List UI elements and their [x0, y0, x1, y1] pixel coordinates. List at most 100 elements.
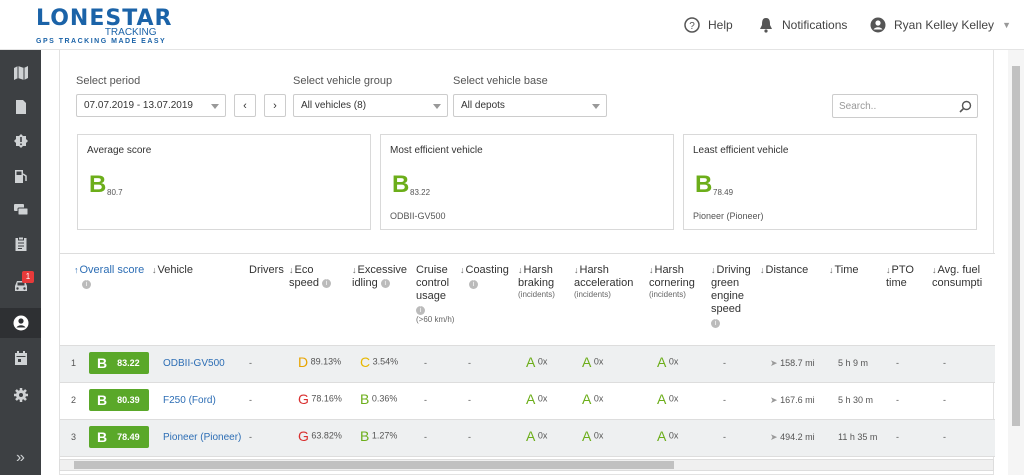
cruise-cell: - [424, 358, 427, 368]
search-input[interactable]: Search.. [832, 94, 978, 118]
score-badge: B 83.22 [89, 352, 149, 374]
coasting-cell: - [468, 358, 471, 368]
sidebar-item-reports[interactable] [0, 229, 41, 259]
col-drivers[interactable]: Drivers [249, 264, 284, 277]
vehicle-link[interactable]: ODBII-GV500 [163, 358, 225, 369]
col-distance[interactable]: ↓Distance [760, 264, 808, 277]
eco-cell: G 63.82% [298, 428, 342, 444]
sidebar-item-alerts[interactable] [0, 126, 41, 156]
card-score: 83.22 [410, 188, 431, 197]
cruise-cell: - [424, 432, 427, 442]
sidebar-item-fuel[interactable] [0, 161, 41, 191]
col-cruise[interactable]: Cruise control usage i (>60 km/h) [416, 264, 460, 325]
navigation-arrow-icon: ➤ [770, 432, 778, 442]
scrollbar-thumb[interactable] [74, 461, 674, 469]
drivers-cell: - [249, 395, 252, 405]
card-title: Average score [87, 145, 152, 156]
info-icon: i [82, 280, 91, 289]
sidebar-item-calendar[interactable] [0, 343, 41, 373]
idling-cell: B 1.27% [360, 428, 398, 444]
vehicles-badge: 1 [22, 271, 34, 283]
group-label: Select vehicle group [293, 75, 393, 87]
card-vehicle: ODBII-GV500 [390, 211, 446, 221]
base-label: Select vehicle base [453, 75, 548, 87]
group-value: All vehicles (8) [301, 100, 367, 111]
card-score: 78.49 [713, 188, 734, 197]
col-time[interactable]: ↓Time [829, 264, 859, 277]
row-number: 2 [71, 395, 77, 405]
col-harsh-braking[interactable]: ↓Harsh braking (incidents) [518, 264, 562, 300]
gear-icon [13, 388, 28, 402]
chevron-down-icon [433, 104, 441, 109]
vertical-scrollbar[interactable] [1008, 50, 1024, 475]
drivers-cell: - [249, 432, 252, 442]
col-idling[interactable]: ↓Excessive idling i [352, 264, 410, 290]
calendar-icon [14, 351, 27, 365]
accel-cell: A 0x [582, 391, 604, 407]
col-green-speed[interactable]: ↓Driving green engine speed i [711, 264, 756, 328]
main-panel: Select period 07.07.2019 - 13.07.2019 ‹ … [59, 50, 995, 475]
sidebar-item-drivers[interactable] [0, 308, 41, 338]
col-vehicle[interactable]: ↓Vehicle [152, 264, 193, 277]
period-select[interactable]: 07.07.2019 - 13.07.2019 [76, 94, 226, 117]
next-period-button[interactable]: › [264, 94, 286, 117]
sidebar-item-messages[interactable] [0, 195, 41, 225]
card-vehicle: Pioneer (Pioneer) [693, 211, 764, 221]
sidebar: 1 » [0, 50, 41, 475]
base-value: All depots [461, 100, 505, 111]
least-efficient-card: Least efficient vehicle B 78.49 Pioneer … [683, 134, 977, 230]
col-harsh-cornering[interactable]: ↓Harsh cornering (incidents) [649, 264, 701, 300]
sidebar-item-vehicles[interactable]: 1 [0, 271, 41, 301]
green-cell: - [723, 432, 726, 442]
coasting-cell: - [468, 432, 471, 442]
col-overall-score[interactable]: ↑Overall score i [74, 264, 144, 289]
svg-text:?: ? [689, 21, 695, 32]
vehicle-group-select[interactable]: All vehicles (8) [293, 94, 448, 117]
chevron-down-icon: ▼ [1002, 20, 1011, 30]
pto-cell: - [896, 432, 899, 442]
col-pto-time[interactable]: ↓PTO time [886, 264, 926, 290]
sidebar-item-settings[interactable] [0, 380, 41, 410]
info-icon: i [322, 278, 332, 288]
cornering-cell: A 0x [657, 354, 679, 370]
user-icon [870, 17, 886, 33]
cornering-cell: A 0x [657, 391, 679, 407]
col-avg-fuel[interactable]: ↓Avg. fuel consumpti [932, 264, 994, 290]
vehicle-link[interactable]: F250 (Ford) [163, 395, 216, 406]
notifications-link[interactable]: Notifications [758, 17, 847, 33]
col-harsh-acceleration[interactable]: ↓Harsh acceleration (incidents) [574, 264, 644, 300]
sidebar-item-map[interactable] [0, 58, 41, 88]
green-cell: - [723, 358, 726, 368]
prev-period-button[interactable]: ‹ [234, 94, 256, 117]
col-eco-speed[interactable]: ↓Eco speed i [289, 264, 341, 290]
navigation-arrow-icon: ➤ [770, 358, 778, 368]
top-bar: LONESTAR TRACKING GPS TRACKING MADE EASY… [0, 0, 1024, 50]
help-link[interactable]: ? Help [684, 17, 733, 33]
table-row[interactable]: 2 B 80.39 F250 (Ford) - G 78.16% B 0.36% … [60, 383, 995, 420]
chevron-down-icon [592, 104, 600, 109]
scrollbar-thumb[interactable] [1012, 66, 1020, 426]
row-number: 3 [71, 432, 77, 442]
document-icon [15, 100, 26, 114]
vehicle-link[interactable]: Pioneer (Pioneer) [163, 432, 241, 443]
table-row[interactable]: 1 B 83.22 ODBII-GV500 - D 89.13% C 3.54% … [60, 346, 995, 383]
info-icon: i [711, 319, 720, 328]
green-cell: - [723, 395, 726, 405]
sidebar-expand-button[interactable]: » [0, 443, 41, 473]
distance-cell: ➤ 494.2 mi [770, 432, 815, 442]
help-icon: ? [684, 17, 700, 33]
sidebar-item-documents[interactable] [0, 92, 41, 122]
most-efficient-card: Most efficient vehicle B 83.22 ODBII-GV5… [380, 134, 674, 230]
user-menu[interactable]: Ryan Kelley Kelley ▼ [870, 17, 1011, 33]
score-badge: B 80.39 [89, 389, 149, 411]
card-grade: B [695, 171, 713, 198]
search-placeholder: Search.. [839, 101, 877, 112]
col-coasting[interactable]: ↓Coasting i [460, 264, 509, 289]
card-title: Most efficient vehicle [390, 145, 483, 156]
time-cell: 5 h 9 m [838, 358, 869, 368]
table-row[interactable]: 3 B 78.49 Pioneer (Pioneer) - G 63.82% B … [60, 420, 995, 457]
table-header: ↑Overall score i ↓Vehicle Drivers ↓Eco sp… [60, 253, 995, 346]
vehicle-base-select[interactable]: All depots [453, 94, 607, 117]
horizontal-scrollbar[interactable] [59, 459, 994, 471]
logo[interactable]: LONESTAR TRACKING GPS TRACKING MADE EASY [36, 8, 173, 46]
